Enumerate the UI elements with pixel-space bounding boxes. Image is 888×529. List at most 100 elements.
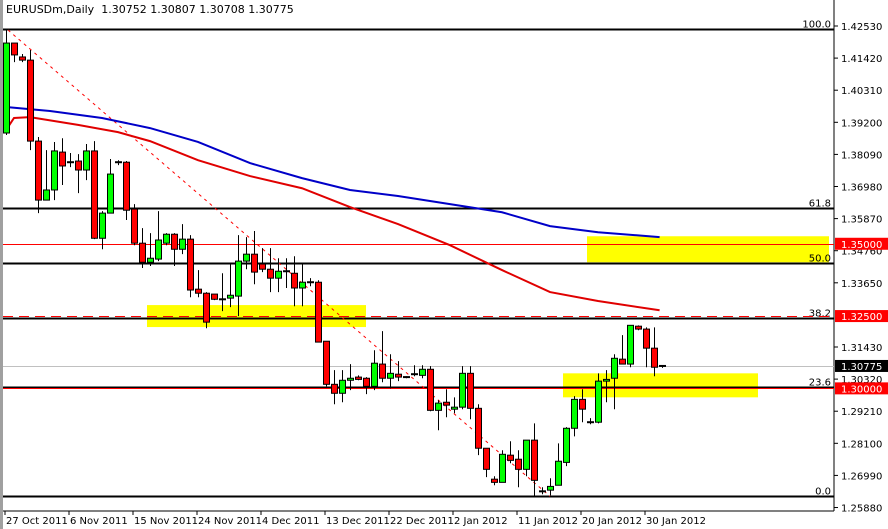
candle-bearish	[259, 263, 266, 270]
candle-bearish	[651, 347, 658, 368]
x-tick-label: 15 Nov 2011	[134, 516, 198, 527]
candle-bullish	[387, 372, 394, 379]
x-tick-label: 22 Dec 2011	[390, 516, 454, 527]
candle-bearish	[467, 372, 474, 409]
candle-bullish	[603, 378, 610, 382]
candle-bearish	[315, 281, 322, 343]
candle-bearish	[11, 42, 18, 56]
window-border	[0, 0, 3, 529]
candle-bearish	[323, 340, 330, 385]
current-price-badge: 1.30775	[841, 362, 882, 373]
candle-bearish	[195, 288, 202, 294]
x-tick-label: 6 Nov 2011	[70, 516, 128, 527]
candle-bullish	[107, 173, 114, 214]
candle-bearish	[619, 358, 626, 365]
candle-bearish	[19, 56, 26, 61]
y-tick-label: 1.40310	[841, 86, 882, 97]
y-tick-label: 1.39200	[841, 118, 882, 129]
candle-bearish	[75, 160, 82, 171]
candle-bearish	[91, 150, 98, 239]
y-tick-label: 1.41420	[841, 54, 882, 65]
y-tick-label: 1.29210	[841, 407, 882, 418]
candle-bullish	[571, 398, 578, 429]
candle-bullish	[163, 233, 170, 244]
candle-bullish	[3, 42, 10, 134]
candle-bearish	[203, 292, 210, 323]
candle-bullish	[227, 294, 234, 299]
x-tick-label: 24 Nov 2011	[198, 516, 262, 527]
candle-bearish	[123, 161, 130, 211]
candle-bullish	[43, 189, 50, 201]
candle-bearish	[515, 458, 522, 470]
candle-bullish	[555, 460, 562, 486]
candle-bullish	[371, 362, 378, 387]
y-tick-label: 1.33650	[841, 279, 882, 290]
y-tick-label: 1.26990	[841, 471, 882, 482]
candle-bullish	[459, 372, 466, 408]
level-price-badge: 1.32500	[841, 312, 882, 323]
candle-bullish	[627, 324, 634, 365]
fib-level-label: 100.0	[802, 20, 831, 31]
candle-bullish	[235, 260, 242, 297]
candle-bearish	[59, 151, 66, 167]
fib-level-label: 0.0	[815, 487, 831, 498]
candle-bearish	[475, 407, 482, 449]
candle-bearish	[291, 272, 298, 289]
candle-bearish	[379, 363, 386, 379]
candle-bullish	[155, 239, 162, 260]
symbol-label: EURUSDm,Daily	[6, 3, 95, 16]
x-tick-label: 30 Jan 2012	[646, 516, 706, 527]
candle-bullish	[451, 406, 458, 410]
fib-level-label: 61.8	[809, 199, 831, 210]
open-value: 1.30752	[101, 3, 147, 16]
chart-header: EURUSDm,Daily 1.30752 1.30807 1.30708 1.…	[6, 3, 294, 16]
candle-bearish	[483, 447, 490, 470]
y-tick-label: 1.31430	[841, 343, 882, 354]
low-value: 1.30708	[199, 3, 245, 16]
candle-bearish	[267, 268, 274, 279]
candle-bearish	[635, 325, 642, 330]
candle-bullish	[499, 453, 506, 483]
candle-bearish	[139, 242, 146, 263]
x-tick-label: 20 Jan 2012	[582, 516, 642, 527]
supply-demand-zone	[563, 373, 758, 398]
candle-bearish	[363, 377, 370, 387]
fib-level-label: 23.6	[809, 378, 831, 389]
candle-bullish	[523, 439, 530, 470]
candle-bearish	[187, 238, 194, 291]
y-tick-label: 1.42530	[841, 22, 882, 33]
candle-bearish	[427, 368, 434, 411]
candle-bearish	[507, 454, 514, 461]
candle-bearish	[579, 398, 586, 410]
supply-demand-zone	[587, 236, 829, 263]
x-tick-label: 2 Jan 2012	[454, 516, 508, 527]
candle-bearish	[331, 383, 338, 394]
candle-bullish	[595, 380, 602, 423]
candle-bullish	[299, 281, 306, 289]
candle-bullish	[435, 402, 442, 411]
price-chart[interactable]: 100.0 61.8 50.0 38.2 23.6 0.0 1.42530 1.41420 1.…	[0, 0, 888, 529]
fib-level-label: 38.2	[809, 309, 831, 320]
candle-bearish	[443, 401, 450, 406]
candle-bullish	[347, 377, 354, 381]
candle-bullish	[563, 427, 570, 463]
y-tick-label: 1.28100	[841, 439, 882, 450]
candle-bullish	[419, 368, 426, 376]
candle-bearish	[491, 478, 498, 483]
level-price-badge: 1.30000	[841, 384, 882, 395]
level-price-badge: 1.35000	[841, 240, 882, 251]
close-value: 1.30775	[248, 3, 294, 16]
candle-bearish	[211, 293, 218, 300]
candle-bearish	[35, 140, 42, 201]
candle-bullish	[339, 379, 346, 394]
y-tick-label: 1.35870	[841, 215, 882, 226]
candle-bullish	[179, 238, 186, 250]
candle-bearish	[643, 328, 650, 349]
candle-bullish	[147, 257, 154, 263]
chart-window: 100.0 61.8 50.0 38.2 23.6 0.0 1.42530 1.41420 1.…	[0, 0, 888, 529]
high-value: 1.30807	[150, 3, 196, 16]
candle-bullish	[99, 212, 106, 239]
candle-bearish	[531, 439, 538, 481]
candle-bullish	[547, 485, 554, 491]
candle-bullish	[51, 150, 58, 191]
